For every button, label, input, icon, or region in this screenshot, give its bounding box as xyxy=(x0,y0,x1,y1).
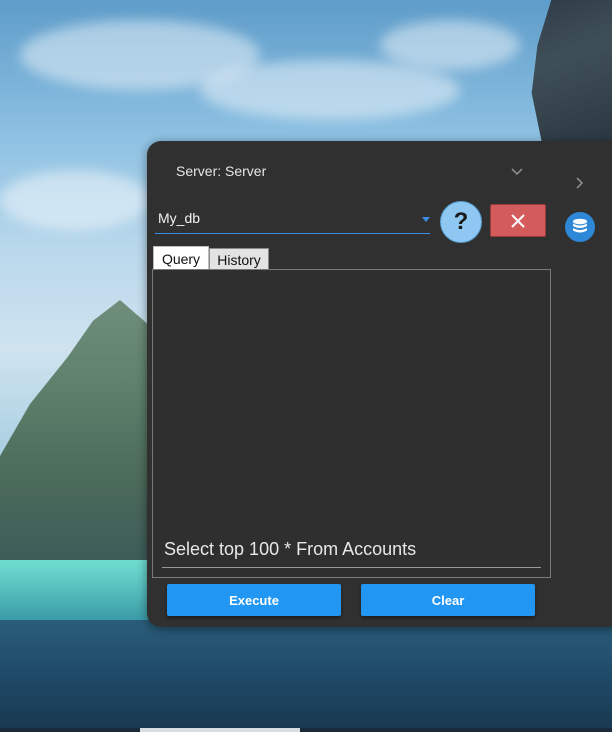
close-button[interactable] xyxy=(490,204,546,237)
query-panel: Server: Server My_db ? Query History Sel… xyxy=(147,141,612,627)
query-editor[interactable]: Select top 100 * From Accounts xyxy=(152,269,551,578)
query-input[interactable]: Select top 100 * From Accounts xyxy=(164,539,416,560)
close-icon xyxy=(511,213,525,228)
clear-button[interactable]: Clear xyxy=(361,584,535,616)
database-select-value[interactable]: My_db xyxy=(158,210,200,226)
chevron-down-icon[interactable] xyxy=(511,165,523,177)
database-icon xyxy=(573,218,587,233)
database-icon-button[interactable] xyxy=(565,212,595,242)
help-icon: ? xyxy=(453,208,469,235)
dropdown-arrow-icon[interactable] xyxy=(422,217,430,222)
server-selector[interactable]: Server: Server xyxy=(176,163,526,183)
chevron-right-icon[interactable] xyxy=(573,177,585,189)
server-label: Server: Server xyxy=(176,163,267,179)
execute-button[interactable]: Execute xyxy=(167,584,341,616)
database-select[interactable]: My_db xyxy=(155,205,430,234)
tab-query[interactable]: Query xyxy=(153,246,209,271)
help-button[interactable]: ? xyxy=(440,201,482,243)
query-input-underline xyxy=(162,567,541,568)
